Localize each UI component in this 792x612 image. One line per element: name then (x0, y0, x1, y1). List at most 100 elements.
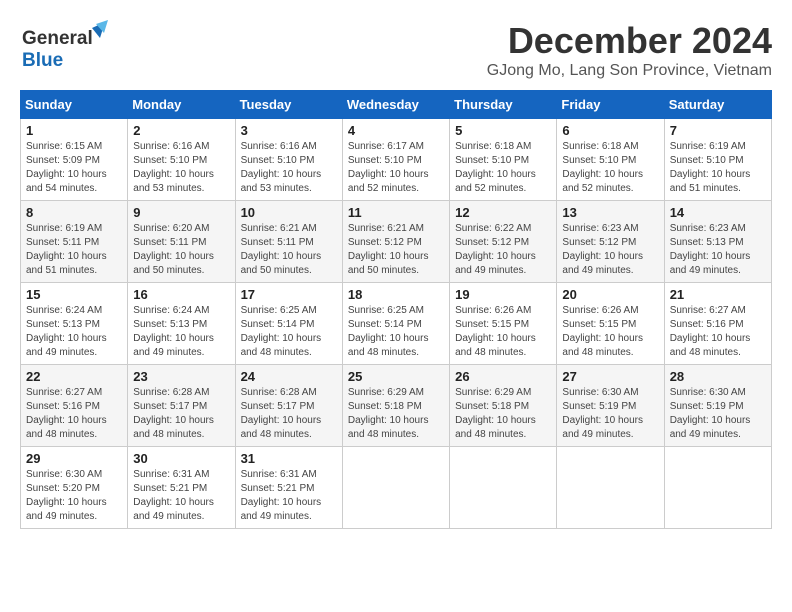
svg-text:General: General (22, 28, 93, 49)
table-row: 13 Sunrise: 6:23 AMSunset: 5:12 PMDaylig… (557, 201, 664, 283)
day-info: Sunrise: 6:28 AMSunset: 5:17 PMDaylight:… (241, 387, 322, 440)
table-row: 14 Sunrise: 6:23 AMSunset: 5:13 PMDaylig… (664, 201, 771, 283)
table-row: 7 Sunrise: 6:19 AMSunset: 5:10 PMDayligh… (664, 119, 771, 201)
day-info: Sunrise: 6:31 AMSunset: 5:21 PMDaylight:… (133, 469, 214, 522)
day-number: 2 (133, 123, 229, 138)
title-section: December 2024 GJong Mo, Lang Son Provinc… (487, 20, 772, 80)
day-number: 28 (670, 369, 766, 384)
day-number: 17 (241, 287, 337, 302)
table-row: 15 Sunrise: 6:24 AMSunset: 5:13 PMDaylig… (21, 283, 128, 365)
day-number: 11 (348, 205, 444, 220)
day-info: Sunrise: 6:26 AMSunset: 5:15 PMDaylight:… (562, 305, 643, 358)
logo: General Blue (20, 20, 110, 75)
day-info: Sunrise: 6:29 AMSunset: 5:18 PMDaylight:… (348, 387, 429, 440)
day-info: Sunrise: 6:26 AMSunset: 5:15 PMDaylight:… (455, 305, 536, 358)
day-number: 19 (455, 287, 551, 302)
day-number: 3 (241, 123, 337, 138)
table-row: 22 Sunrise: 6:27 AMSunset: 5:16 PMDaylig… (21, 365, 128, 447)
day-info: Sunrise: 6:23 AMSunset: 5:13 PMDaylight:… (670, 223, 751, 276)
location-title: GJong Mo, Lang Son Province, Vietnam (487, 62, 772, 80)
col-wednesday: Wednesday (342, 91, 449, 119)
day-number: 31 (241, 451, 337, 466)
table-row: 9 Sunrise: 6:20 AMSunset: 5:11 PMDayligh… (128, 201, 235, 283)
table-row: 29 Sunrise: 6:30 AMSunset: 5:20 PMDaylig… (21, 447, 128, 529)
day-info: Sunrise: 6:18 AMSunset: 5:10 PMDaylight:… (455, 141, 536, 194)
table-row: 6 Sunrise: 6:18 AMSunset: 5:10 PMDayligh… (557, 119, 664, 201)
day-number: 22 (26, 369, 122, 384)
day-info: Sunrise: 6:17 AMSunset: 5:10 PMDaylight:… (348, 141, 429, 194)
day-info: Sunrise: 6:22 AMSunset: 5:12 PMDaylight:… (455, 223, 536, 276)
day-info: Sunrise: 6:20 AMSunset: 5:11 PMDaylight:… (133, 223, 214, 276)
table-row: 26 Sunrise: 6:29 AMSunset: 5:18 PMDaylig… (450, 365, 557, 447)
table-row: 12 Sunrise: 6:22 AMSunset: 5:12 PMDaylig… (450, 201, 557, 283)
table-row: 11 Sunrise: 6:21 AMSunset: 5:12 PMDaylig… (342, 201, 449, 283)
day-info: Sunrise: 6:15 AMSunset: 5:09 PMDaylight:… (26, 141, 107, 194)
day-info: Sunrise: 6:28 AMSunset: 5:17 PMDaylight:… (133, 387, 214, 440)
col-thursday: Thursday (450, 91, 557, 119)
month-title: December 2024 (487, 20, 772, 62)
day-number: 20 (562, 287, 658, 302)
day-info: Sunrise: 6:27 AMSunset: 5:16 PMDaylight:… (670, 305, 751, 358)
day-info: Sunrise: 6:27 AMSunset: 5:16 PMDaylight:… (26, 387, 107, 440)
day-number: 7 (670, 123, 766, 138)
table-row (557, 447, 664, 529)
day-number: 18 (348, 287, 444, 302)
table-row: 19 Sunrise: 6:26 AMSunset: 5:15 PMDaylig… (450, 283, 557, 365)
table-row: 4 Sunrise: 6:17 AMSunset: 5:10 PMDayligh… (342, 119, 449, 201)
day-info: Sunrise: 6:25 AMSunset: 5:14 PMDaylight:… (241, 305, 322, 358)
day-number: 26 (455, 369, 551, 384)
table-row: 8 Sunrise: 6:19 AMSunset: 5:11 PMDayligh… (21, 201, 128, 283)
table-row: 16 Sunrise: 6:24 AMSunset: 5:13 PMDaylig… (128, 283, 235, 365)
day-number: 9 (133, 205, 229, 220)
day-info: Sunrise: 6:24 AMSunset: 5:13 PMDaylight:… (26, 305, 107, 358)
table-row: 23 Sunrise: 6:28 AMSunset: 5:17 PMDaylig… (128, 365, 235, 447)
day-number: 16 (133, 287, 229, 302)
table-row: 27 Sunrise: 6:30 AMSunset: 5:19 PMDaylig… (557, 365, 664, 447)
table-row: 5 Sunrise: 6:18 AMSunset: 5:10 PMDayligh… (450, 119, 557, 201)
col-sunday: Sunday (21, 91, 128, 119)
table-row: 10 Sunrise: 6:21 AMSunset: 5:11 PMDaylig… (235, 201, 342, 283)
day-number: 24 (241, 369, 337, 384)
col-tuesday: Tuesday (235, 91, 342, 119)
day-info: Sunrise: 6:21 AMSunset: 5:11 PMDaylight:… (241, 223, 322, 276)
table-row: 18 Sunrise: 6:25 AMSunset: 5:14 PMDaylig… (342, 283, 449, 365)
table-row (450, 447, 557, 529)
day-number: 14 (670, 205, 766, 220)
day-info: Sunrise: 6:19 AMSunset: 5:10 PMDaylight:… (670, 141, 751, 194)
day-number: 5 (455, 123, 551, 138)
calendar-table: Sunday Monday Tuesday Wednesday Thursday… (20, 90, 772, 529)
day-number: 13 (562, 205, 658, 220)
day-info: Sunrise: 6:31 AMSunset: 5:21 PMDaylight:… (241, 469, 322, 522)
day-number: 29 (26, 451, 122, 466)
day-info: Sunrise: 6:18 AMSunset: 5:10 PMDaylight:… (562, 141, 643, 194)
day-number: 21 (670, 287, 766, 302)
table-row (664, 447, 771, 529)
day-info: Sunrise: 6:19 AMSunset: 5:11 PMDaylight:… (26, 223, 107, 276)
table-row: 24 Sunrise: 6:28 AMSunset: 5:17 PMDaylig… (235, 365, 342, 447)
col-monday: Monday (128, 91, 235, 119)
table-row: 2 Sunrise: 6:16 AMSunset: 5:10 PMDayligh… (128, 119, 235, 201)
table-row (342, 447, 449, 529)
day-number: 27 (562, 369, 658, 384)
table-row: 3 Sunrise: 6:16 AMSunset: 5:10 PMDayligh… (235, 119, 342, 201)
table-row: 25 Sunrise: 6:29 AMSunset: 5:18 PMDaylig… (342, 365, 449, 447)
logo-svg: General Blue (20, 20, 110, 75)
table-row: 21 Sunrise: 6:27 AMSunset: 5:16 PMDaylig… (664, 283, 771, 365)
table-row: 28 Sunrise: 6:30 AMSunset: 5:19 PMDaylig… (664, 365, 771, 447)
svg-text:Blue: Blue (22, 50, 63, 71)
day-number: 4 (348, 123, 444, 138)
table-row: 20 Sunrise: 6:26 AMSunset: 5:15 PMDaylig… (557, 283, 664, 365)
day-info: Sunrise: 6:23 AMSunset: 5:12 PMDaylight:… (562, 223, 643, 276)
day-info: Sunrise: 6:24 AMSunset: 5:13 PMDaylight:… (133, 305, 214, 358)
day-info: Sunrise: 6:30 AMSunset: 5:19 PMDaylight:… (670, 387, 751, 440)
day-info: Sunrise: 6:29 AMSunset: 5:18 PMDaylight:… (455, 387, 536, 440)
page-header: General Blue December 2024 GJong Mo, Lan… (20, 20, 772, 80)
day-number: 12 (455, 205, 551, 220)
day-info: Sunrise: 6:30 AMSunset: 5:20 PMDaylight:… (26, 469, 107, 522)
table-row: 31 Sunrise: 6:31 AMSunset: 5:21 PMDaylig… (235, 447, 342, 529)
day-info: Sunrise: 6:25 AMSunset: 5:14 PMDaylight:… (348, 305, 429, 358)
day-number: 25 (348, 369, 444, 384)
day-number: 30 (133, 451, 229, 466)
table-row: 1 Sunrise: 6:15 AMSunset: 5:09 PMDayligh… (21, 119, 128, 201)
day-number: 8 (26, 205, 122, 220)
